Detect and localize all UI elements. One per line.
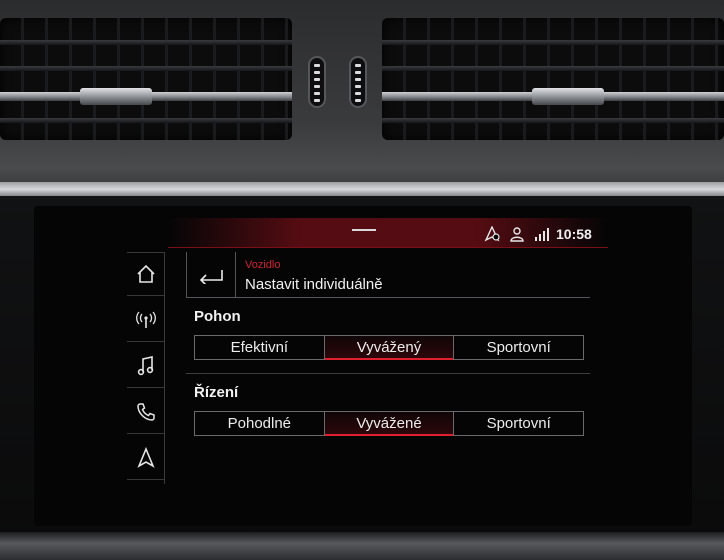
page-header: Vozidlo Nastavit individuálně — [186, 252, 590, 298]
phone-icon — [137, 402, 155, 421]
drive-option-balanced[interactable]: Vyvážený — [324, 336, 455, 360]
vent-thumbwheel — [308, 56, 326, 108]
sidebar — [127, 252, 165, 484]
back-button[interactable] — [186, 252, 236, 298]
vent-adjust-tab — [80, 88, 152, 105]
music-note-icon — [137, 355, 154, 375]
page-title: Nastavit individuálně — [245, 276, 383, 293]
navigation-arrow-icon — [137, 446, 155, 468]
drive-option-efficient[interactable]: Efektivní — [195, 336, 325, 359]
lower-trim — [0, 532, 724, 560]
user-profile-icon — [509, 226, 525, 242]
breadcrumb: Vozidlo — [245, 259, 281, 271]
home-icon — [137, 264, 155, 283]
radio-antenna-icon — [136, 311, 156, 328]
sidebar-item-phone[interactable] — [127, 390, 165, 434]
section-divider — [186, 373, 590, 374]
drive-section-label: Pohon — [194, 308, 241, 325]
sidebar-item-radio[interactable] — [127, 298, 165, 342]
left-air-vent — [0, 18, 292, 140]
status-icons — [484, 224, 550, 244]
sidebar-item-navigation[interactable] — [127, 436, 165, 480]
vent-adjust-tab — [532, 88, 604, 105]
steering-option-sport[interactable]: Sportovní — [454, 412, 583, 435]
steering-section-label: Řízení — [194, 384, 239, 401]
pull-down-handle[interactable] — [352, 229, 376, 231]
steering-mode-selector[interactable]: Pohodlné Vyvážené Sportovní — [194, 411, 584, 436]
clock: 10:58 — [556, 226, 592, 242]
signal-speed-icon — [534, 226, 550, 242]
sidebar-item-home[interactable] — [127, 252, 165, 296]
steering-option-balanced[interactable]: Vyvážené — [324, 412, 455, 436]
right-air-vent — [382, 18, 724, 140]
drive-mode-selector[interactable]: Efektivní Vyvážený Sportovní — [194, 335, 584, 360]
back-arrow-icon — [199, 270, 223, 284]
navigation-sync-icon — [484, 225, 500, 242]
drive-option-sport[interactable]: Sportovní — [454, 336, 583, 359]
vent-thumbwheel — [349, 56, 367, 108]
steering-option-comfort[interactable]: Pohodlné — [195, 412, 325, 435]
sidebar-item-media[interactable] — [127, 344, 165, 388]
